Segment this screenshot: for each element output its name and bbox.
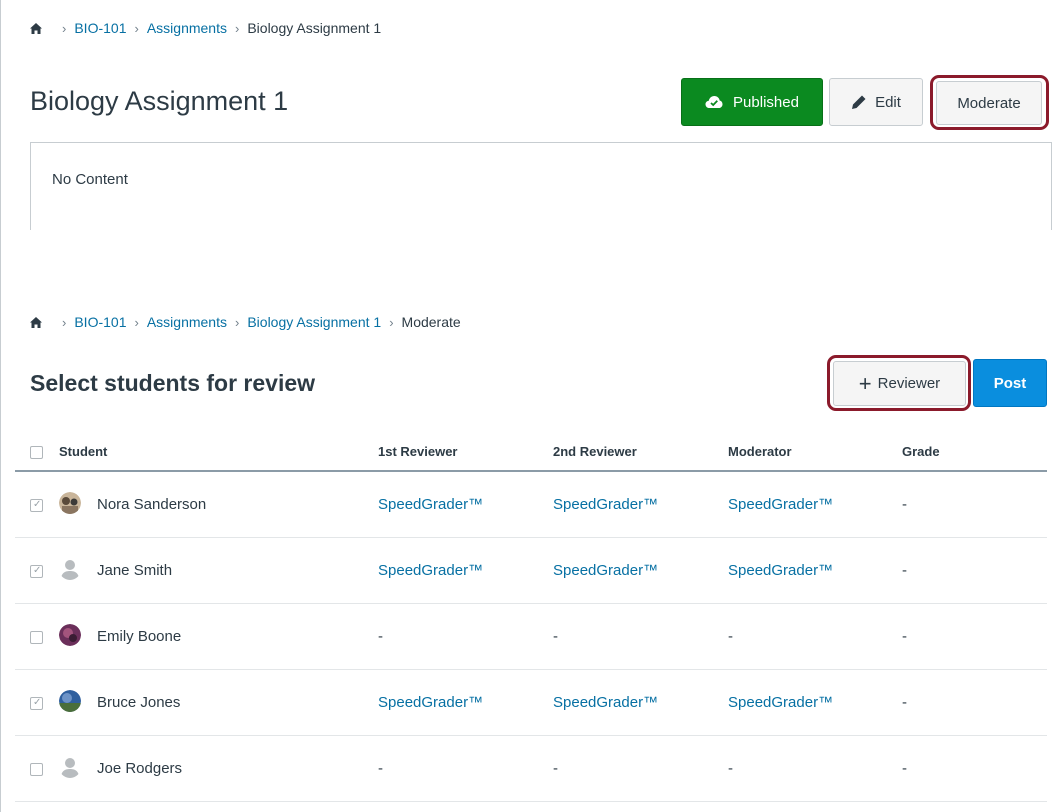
row-checkbox[interactable] [30,763,43,776]
chevron-right-icon: › [134,314,139,330]
breadcrumb-moderate: › BIO-101 › Assignments › Biology Assign… [30,314,461,330]
moderator-value: - [728,628,733,645]
speedgrader-link[interactable]: SpeedGrader™ [553,496,658,513]
speedgrader-link[interactable]: SpeedGrader™ [553,694,658,711]
left-border [0,0,1,812]
grade-value: - [902,562,907,579]
post-button[interactable]: Post [973,359,1047,407]
student-avatar [59,690,81,712]
moderate-label: Moderate [957,94,1021,112]
table-row: Emily Boone - - - - [15,604,1047,670]
moderate-button[interactable]: Moderate [936,81,1042,125]
chevron-right-icon: › [134,20,139,36]
assignment-content: No Content [30,142,1052,230]
header-grade: Grade [902,444,940,459]
table-row: ✓ Nora Sanderson SpeedGrader™ SpeedGrade… [15,472,1047,538]
speedgrader-link[interactable]: SpeedGrader™ [728,562,833,579]
table-header: Student 1st Reviewer 2nd Reviewer Modera… [15,428,1047,472]
plus-icon: + [858,370,872,396]
second-reviewer-value: - [553,628,558,645]
edit-label: Edit [875,93,901,111]
chevron-right-icon: › [234,20,240,36]
published-button[interactable]: Published [681,78,823,126]
student-avatar [59,624,81,646]
speedgrader-link[interactable]: SpeedGrader™ [378,496,483,513]
chevron-right-icon: › [62,314,67,330]
speedgrader-link[interactable]: SpeedGrader™ [378,694,483,711]
speedgrader-link[interactable]: SpeedGrader™ [728,694,833,711]
grade-value: - [902,496,907,513]
page-title: Biology Assignment 1 [30,86,289,116]
checkmark-icon: ✓ [33,565,42,576]
header-second-reviewer: 2nd Reviewer [553,444,637,459]
row-checkbox[interactable]: ✓ [30,565,43,578]
home-icon[interactable] [30,316,42,328]
header-first-reviewer: 1st Reviewer [378,444,458,459]
breadcrumb-course-link[interactable]: BIO-101 [74,20,126,36]
grade-value: - [902,760,907,777]
student-name: Emily Boone [97,628,182,645]
student-name: Jane Smith [97,562,173,579]
student-name: Nora Sanderson [97,496,207,513]
first-reviewer-value: - [378,628,383,645]
pencil-icon [852,95,866,109]
post-label: Post [993,374,1027,392]
reviewer-label: Reviewer [877,375,941,392]
speedgrader-link[interactable]: SpeedGrader™ [378,562,483,579]
table-row: ✓ Bruce Jones SpeedGrader™ SpeedGrader™ … [15,670,1047,736]
student-avatar [59,492,81,514]
row-checkbox[interactable] [30,631,43,644]
breadcrumb-current: Moderate [401,314,461,330]
home-icon[interactable] [30,22,42,34]
header-student: Student [59,444,108,459]
content-text: No Content [52,171,128,188]
breadcrumb-current: Biology Assignment 1 [247,20,382,36]
table-row: ✓ Jane Smith SpeedGrader™ SpeedGrader™ S… [15,538,1047,604]
first-reviewer-value: - [378,760,383,777]
second-reviewer-value: - [553,760,558,777]
default-avatar-icon [61,758,79,778]
student-name: Joe Rodgers [97,760,183,777]
student-name: Bruce Jones [97,694,181,711]
breadcrumb-assignments-link[interactable]: Assignments [147,20,227,36]
cloud-check-icon [705,96,723,108]
select-all-checkbox[interactable] [30,446,43,459]
speedgrader-link[interactable]: SpeedGrader™ [728,496,833,513]
breadcrumb-assignments-link[interactable]: Assignments [147,314,227,330]
grade-value: - [902,628,907,645]
chevron-right-icon: › [62,20,67,36]
chevron-right-icon: › [389,314,394,330]
default-avatar-icon [61,560,79,580]
students-table: Student 1st Reviewer 2nd Reviewer Modera… [15,428,1047,802]
published-label: Published [733,93,799,111]
speedgrader-link[interactable]: SpeedGrader™ [553,562,658,579]
row-checkbox[interactable]: ✓ [30,697,43,710]
edit-button[interactable]: Edit [829,78,923,126]
header-moderator: Moderator [728,444,792,459]
breadcrumb-assignment-link[interactable]: Biology Assignment 1 [247,314,381,330]
checkmark-icon: ✓ [33,697,42,708]
grade-value: - [902,694,907,711]
checkmark-icon: ✓ [33,499,42,510]
moderator-value: - [728,760,733,777]
breadcrumb-course-link[interactable]: BIO-101 [74,314,126,330]
chevron-right-icon: › [234,314,240,330]
breadcrumb: › BIO-101 › Assignments › Biology Assign… [30,20,381,36]
add-reviewer-button[interactable]: + Reviewer [833,361,966,406]
row-checkbox[interactable]: ✓ [30,499,43,512]
table-row: Joe Rodgers - - - - [15,736,1047,802]
section-title: Select students for review [30,370,316,396]
